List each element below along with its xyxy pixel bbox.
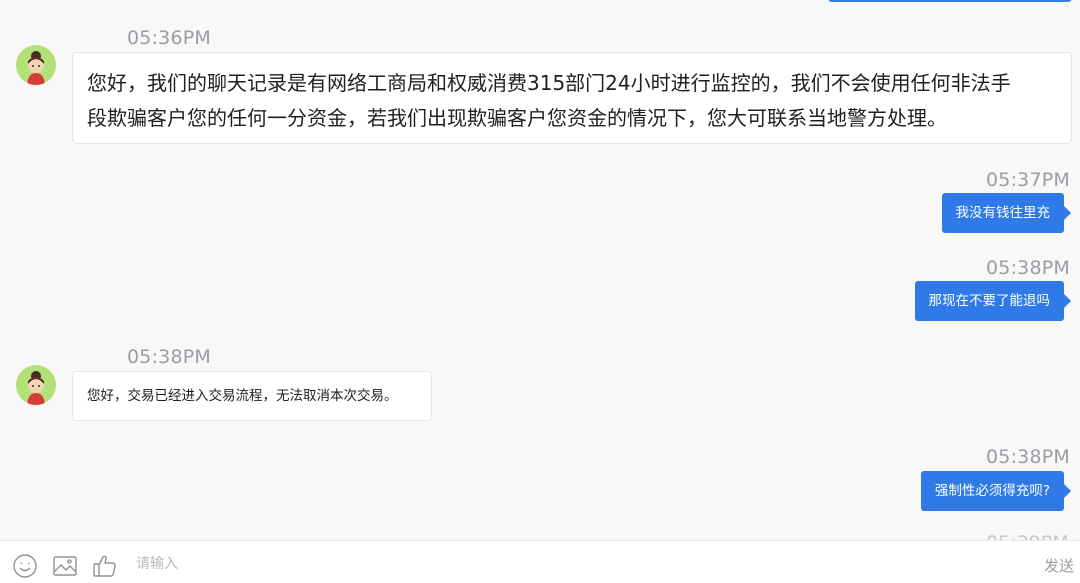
agent-avatar-icon [16,45,56,85]
image-icon[interactable] [52,553,78,579]
partial-message-timestamp: 05:39PM [986,532,1069,540]
message-text-line: 您好，我们的聊天记录是有网络工商局和权威消费315部门24小时进行监控的，我们不… [87,71,1011,95]
outgoing-message-bubble: 那现在不要了能退吗 [914,281,1071,321]
previous-message-bubble [828,0,1072,2]
incoming-message-bubble: 您好，我们的聊天记录是有网络工商局和权威消费315部门24小时进行监控的，我们不… [72,52,1072,144]
message-timestamp: 05:38PM [986,257,1071,279]
message-timestamp: 05:38PM [986,446,1071,468]
incoming-message-bubble: 您好，交易已经进入交易流程，无法取消本次交易。 [72,371,432,421]
smiley-face-icon[interactable] [12,553,38,579]
message-text-line: 段欺骗客户您的任何一分资金，若我们出现欺骗客户您资金的情况下，您大可联系当地警方… [87,106,947,130]
outgoing-message-bubble: 强制性必须得充呗? [920,471,1072,511]
message-timestamp: 05:38PM [127,346,212,368]
message-timestamp: 05:37PM [986,169,1071,191]
thumbs-up-icon[interactable] [92,553,118,579]
agent-avatar-icon [16,365,56,405]
message-composer: 发送 [0,541,1080,583]
send-button[interactable]: 发送 [1044,555,1074,576]
message-text: 您好，交易已经进入交易流程，无法取消本次交易。 [87,388,398,404]
message-input[interactable] [134,549,998,579]
outgoing-message-bubble: 我没有钱往里充 [941,193,1071,233]
message-timestamp: 05:36PM [127,27,212,49]
chat-history[interactable]: 05:36PM 您好，我们的聊天记录是有网络工商局和权威消费315部门24小时进… [0,0,1080,540]
